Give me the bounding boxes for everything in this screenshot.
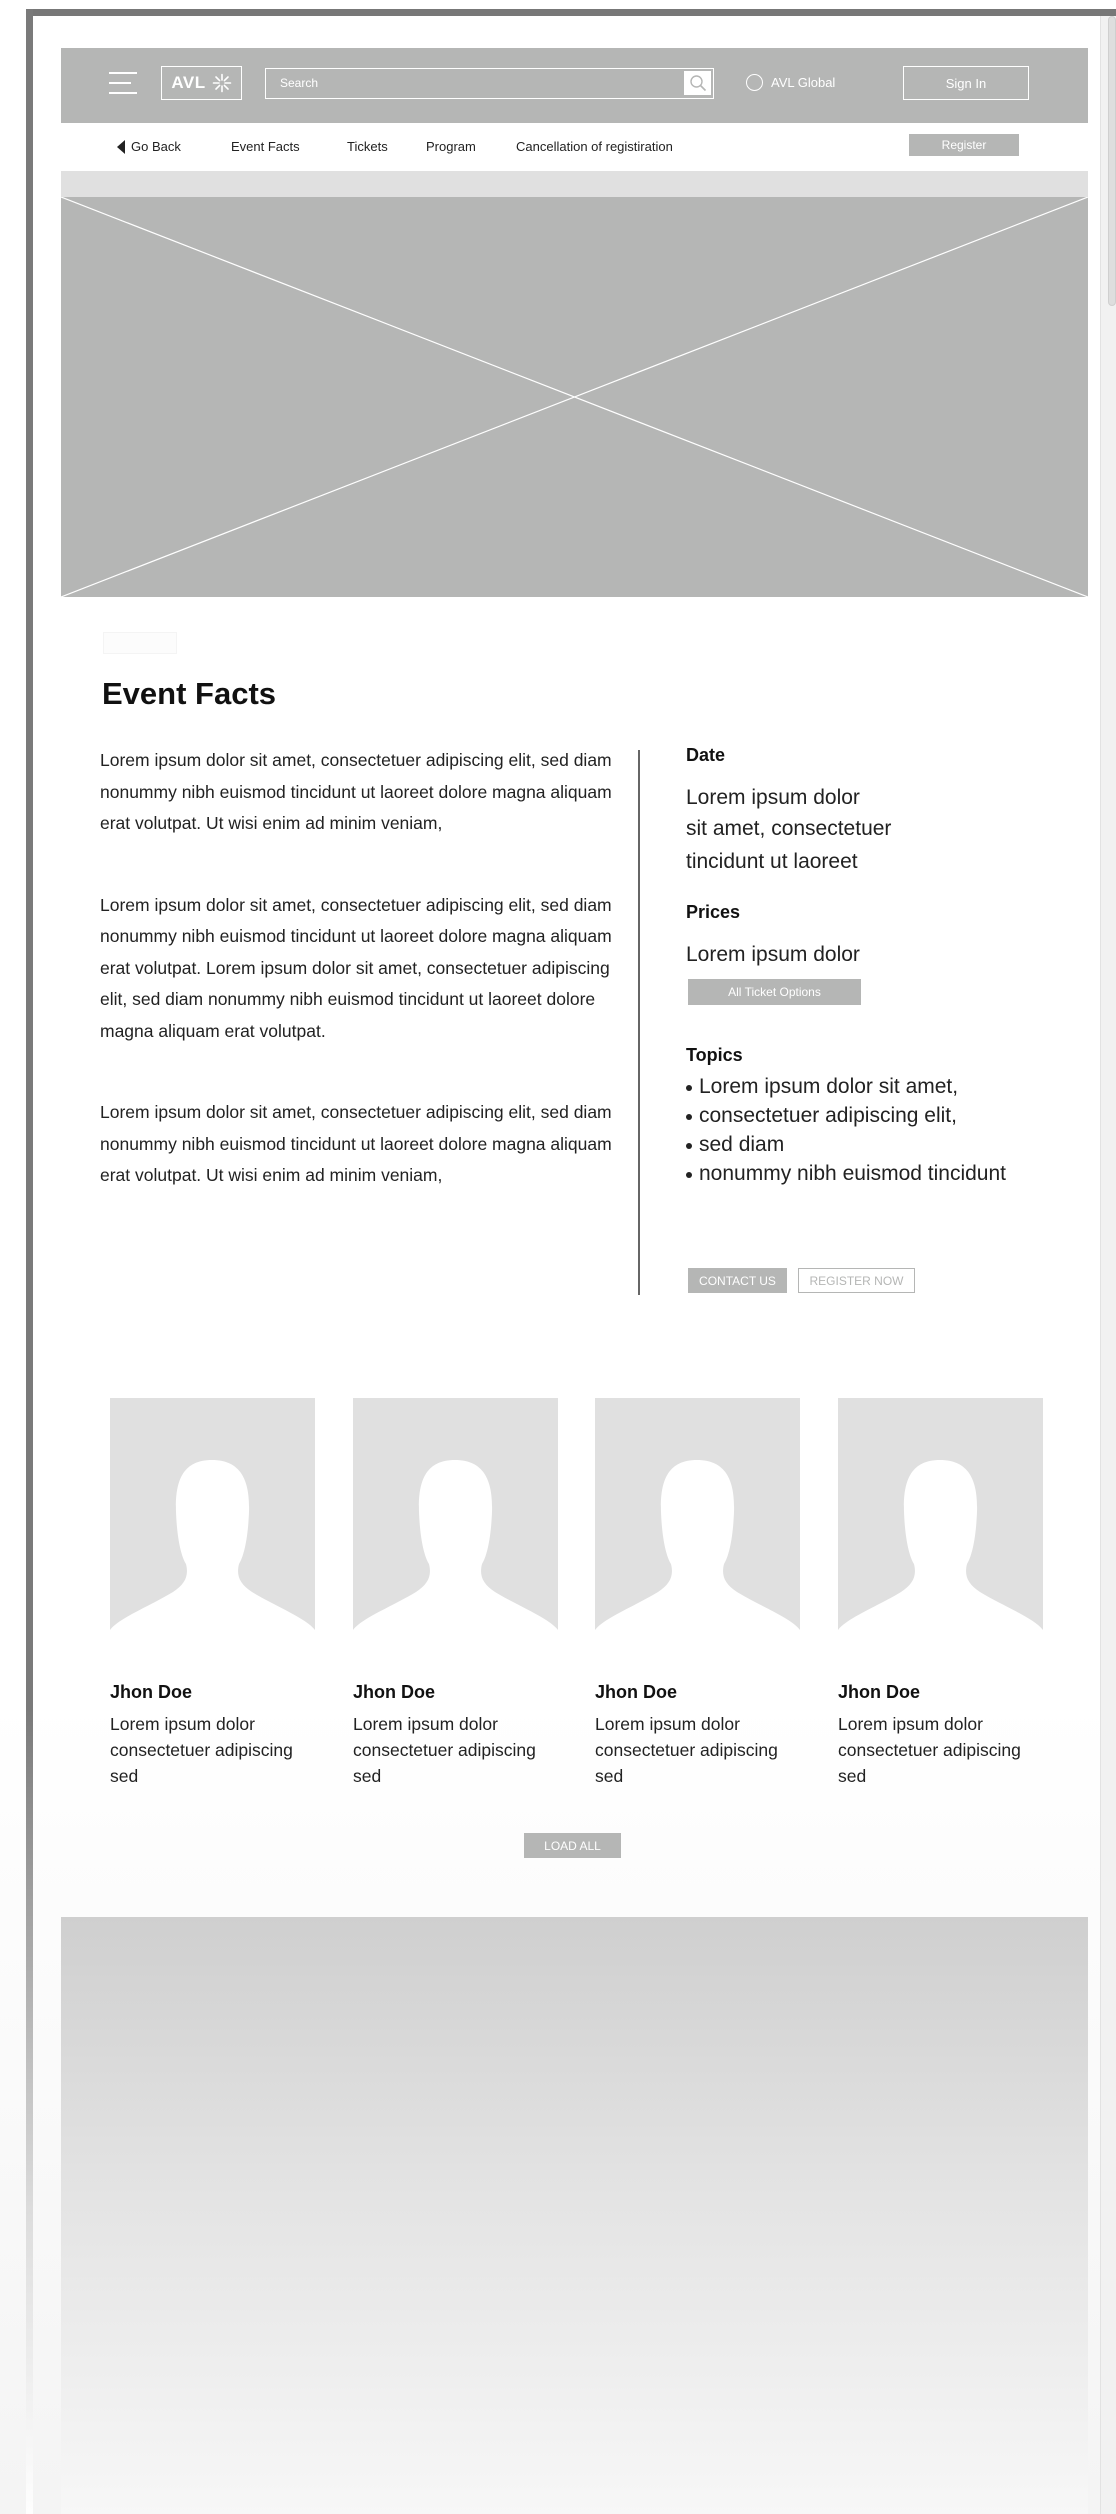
go-back-label: Go Back	[131, 139, 181, 154]
topic-item: consectetuer adipiscing elit,	[686, 1101, 1066, 1130]
search-input[interactable]	[266, 69, 676, 97]
nav-tickets[interactable]: Tickets	[347, 139, 388, 154]
sub-navigation: Go Back Event Facts Tickets Program Canc…	[61, 123, 1088, 171]
speaker-card[interactable]: Jhon Doe Lorem ipsum dolor consectetuer …	[110, 1398, 315, 1789]
all-ticket-options-button[interactable]: All Ticket Options	[688, 979, 861, 1005]
avatar	[595, 1398, 800, 1656]
date-value: Lorem ipsum dolor sit amet, consectetuer…	[686, 782, 1066, 877]
avatar	[838, 1398, 1043, 1656]
date-line: sit amet, consectetuer	[686, 817, 892, 840]
logo-text: AVL	[171, 73, 206, 92]
speaker-description: Lorem ipsum dolor consectetuer adipiscin…	[110, 1714, 293, 1786]
register-now-button[interactable]: REGISTER NOW	[798, 1268, 915, 1293]
window-frame-left	[26, 9, 33, 2514]
event-facts-panel: Date Lorem ipsum dolor sit amet, consect…	[686, 745, 1066, 1188]
speaker-description: Lorem ipsum dolor consectetuer adipiscin…	[838, 1714, 1021, 1786]
hero-image-placeholder	[61, 197, 1088, 597]
topic-item: nonummy nibh euismod tincidunt	[686, 1159, 1066, 1188]
load-all-button[interactable]: LOAD ALL	[524, 1833, 621, 1858]
description-paragraph: Lorem ipsum dolor sit amet, consectetuer…	[100, 894, 612, 1041]
speaker-card[interactable]: Jhon Doe Lorem ipsum dolor consectetuer …	[595, 1398, 800, 1789]
speaker-name: Jhon Doe	[110, 1682, 193, 1702]
avatar	[110, 1398, 315, 1656]
topics-label: Topics	[686, 1045, 743, 1065]
image-placeholder-cross	[61, 197, 1088, 597]
go-back-link[interactable]: Go Back	[117, 139, 181, 154]
category-tag	[103, 632, 177, 654]
person-silhouette-icon	[353, 1460, 558, 1656]
column-divider	[638, 750, 640, 1295]
cta-buttons: CONTACT US REGISTER NOW	[688, 1268, 915, 1293]
speaker-description: Lorem ipsum dolor consectetuer adipiscin…	[353, 1714, 536, 1786]
page: AVL AVL Global Sign I	[0, 0, 1116, 2514]
nav-program[interactable]: Program	[426, 139, 476, 154]
prices-value: Lorem ipsum dolor	[686, 943, 860, 966]
speaker-name: Jhon Doe	[595, 1682, 678, 1702]
prices-label: Prices	[686, 902, 741, 922]
divider-band	[61, 171, 1088, 197]
avatar	[353, 1398, 558, 1656]
scrollbar-thumb[interactable]	[1108, 16, 1116, 306]
register-button[interactable]: Register	[909, 134, 1019, 156]
logo[interactable]: AVL	[161, 66, 242, 100]
speaker-card[interactable]: Jhon Doe Lorem ipsum dolor consectetuer …	[838, 1398, 1043, 1789]
nav-event-facts[interactable]: Event Facts	[231, 139, 300, 154]
speaker-name: Jhon Doe	[353, 1682, 436, 1702]
sign-in-button[interactable]: Sign In	[903, 66, 1029, 100]
nav-cancellation[interactable]: Cancellation of registiration	[516, 139, 673, 154]
triangle-left-icon	[117, 139, 125, 154]
person-silhouette-icon	[595, 1460, 800, 1656]
topic-item: Lorem ipsum dolor sit amet,	[686, 1072, 1066, 1101]
globe-icon	[746, 74, 763, 91]
window-frame-top	[26, 9, 1116, 16]
description-paragraph: Lorem ipsum dolor sit amet, consectetuer…	[100, 750, 612, 833]
date-label: Date	[686, 745, 726, 765]
contact-us-button[interactable]: CONTACT US	[688, 1268, 787, 1293]
footer-image-placeholder	[61, 1917, 1088, 2514]
topics-list: Lorem ipsum dolor sit amet, consectetuer…	[686, 1072, 1066, 1188]
global-selector[interactable]: AVL Global	[746, 74, 835, 91]
hamburger-menu-icon[interactable]	[109, 72, 137, 96]
page-title: Event Facts	[102, 676, 277, 711]
magnifier-icon	[689, 75, 706, 92]
description-paragraph: Lorem ipsum dolor sit amet, consectetuer…	[100, 1102, 612, 1185]
global-label: AVL Global	[771, 75, 836, 90]
search-button[interactable]	[684, 71, 711, 95]
site-header: AVL AVL Global Sign I	[61, 48, 1088, 123]
speaker-name: Jhon Doe	[838, 1682, 921, 1702]
speaker-description: Lorem ipsum dolor consectetuer adipiscin…	[595, 1714, 778, 1786]
date-line: tincidunt ut laoreet	[686, 850, 858, 873]
speaker-card[interactable]: Jhon Doe Lorem ipsum dolor consectetuer …	[353, 1398, 558, 1789]
topic-item: sed diam	[686, 1130, 1066, 1159]
snowflake-icon	[212, 73, 231, 93]
person-silhouette-icon	[110, 1460, 315, 1656]
event-description: Lorem ipsum dolor sit amet, consectetuer…	[100, 745, 620, 1242]
person-silhouette-icon	[838, 1460, 1043, 1656]
search-box	[265, 68, 714, 99]
scrollbar-track[interactable]	[1100, 16, 1116, 2514]
date-line: Lorem ipsum dolor	[686, 786, 860, 809]
